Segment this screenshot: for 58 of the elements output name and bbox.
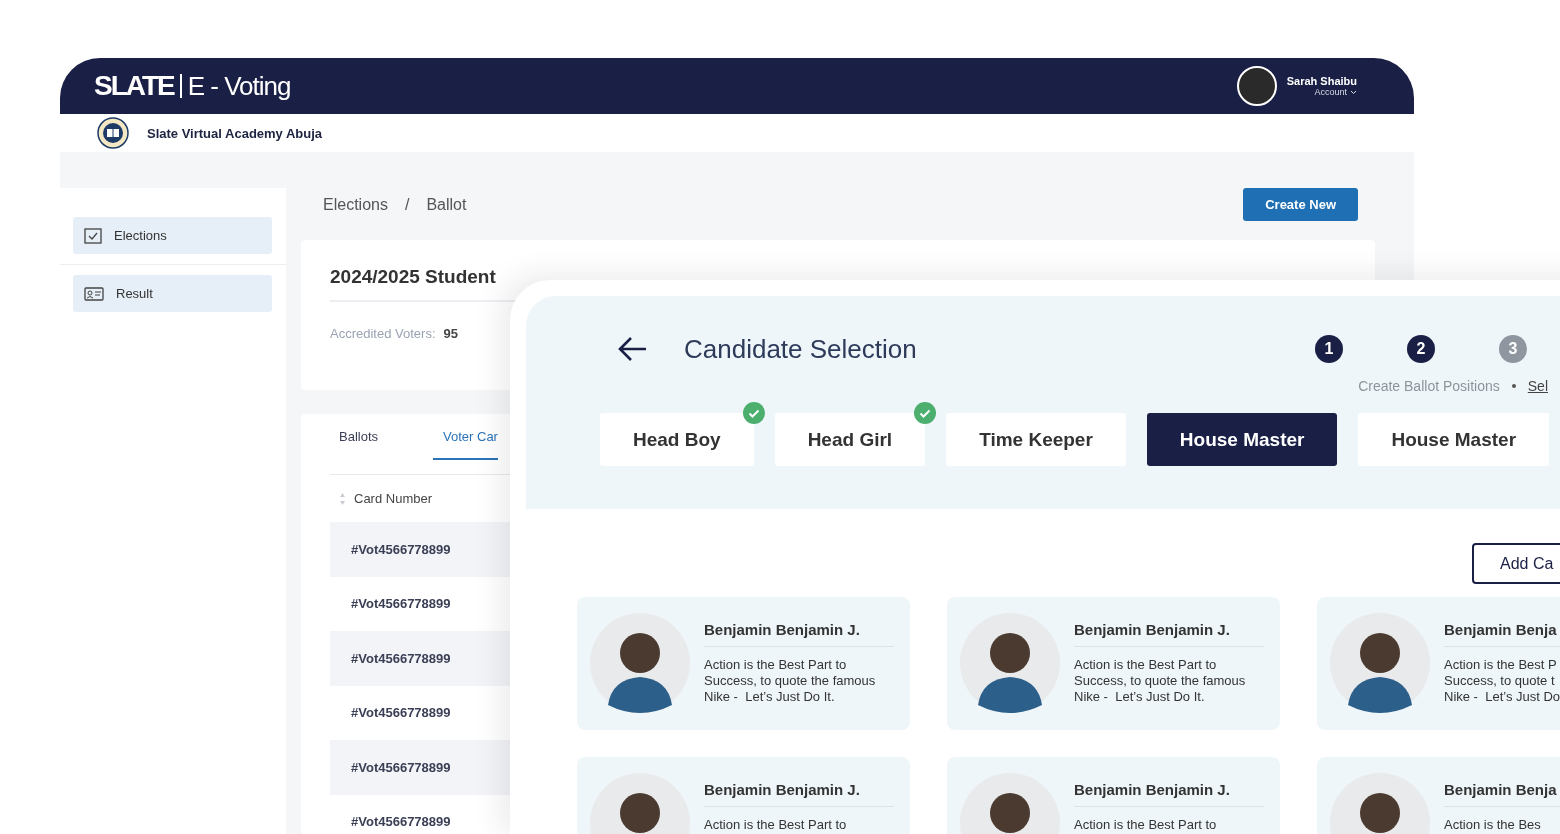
candidate-card[interactable]: Benjamin Benja Action is the Best P Success, to quote t Nike - Let’s Just Do (1317, 597, 1560, 730)
breadcrumb-link[interactable]: Ballot (426, 195, 467, 214)
candidate-motto: Action is the Best Part to (704, 817, 848, 833)
table-cell: #Vot4566778899 (351, 759, 451, 775)
candidate-name: Benjamin Benjamin J. (704, 621, 861, 638)
tab[interactable]: Voter Car (433, 414, 498, 460)
checklist-icon (84, 227, 102, 244)
candidate-motto: Action is the Best Part to (1074, 817, 1218, 833)
stat-label: Accredited Voters: (330, 326, 436, 341)
candidate-card[interactable]: Benjamin Benjamin J. Action is the Best Part to Success, to quote the famous Nike - Let’s Just Do It. (947, 597, 1280, 730)
chevron-down-icon (1350, 89, 1357, 95)
candidate-card[interactable]: Benjamin Benjamin J. Action is the Best Part to Success, to quote the famous Nike - Let’s Just Do It. (577, 597, 910, 730)
candidate-name: Benjamin Benjamin J. (704, 781, 861, 798)
position-tab[interactable]: Head Boy (600, 413, 754, 466)
id-card-icon (84, 286, 104, 301)
sidebar-item[interactable]: Result (73, 275, 272, 312)
candidate-name: Benjamin Benja (1444, 781, 1558, 798)
step-indicator: 1 (1315, 335, 1343, 363)
step-indicator: 3 (1499, 335, 1527, 363)
create-new-button[interactable]: Create New (1243, 188, 1358, 221)
candidate-motto: Action is the Best P Success, to quote t Nike - Let’s Just Do (1444, 657, 1560, 705)
position-tab[interactable]: Head Girl (774, 413, 926, 466)
election-title: 2024/2025 Student (330, 265, 497, 289)
logo: SLATE (94, 70, 174, 102)
panel-title: Candidate Selection (684, 333, 917, 365)
stat-value: 95 (443, 326, 458, 341)
position-tab[interactable]: Time Keeper (946, 413, 1126, 466)
table-cell: #Vot4566778899 (351, 705, 451, 721)
sidebar-item[interactable]: Elections (73, 217, 272, 254)
add-candidate-button[interactable]: Add Ca (1472, 543, 1560, 584)
candidate-card[interactable]: Benjamin Benjamin J. Action is the Best Part to (577, 757, 910, 834)
candidate-motto: Action is the Bes (1444, 817, 1542, 833)
candidate-name: Benjamin Benjamin J. (1074, 621, 1231, 638)
step-indicator: 2 (1407, 335, 1435, 363)
app-name: E - Voting (179, 74, 291, 98)
candidate-card[interactable]: Benjamin Benjamin J. Action is the Best Part to (947, 757, 1280, 834)
position-tab[interactable]: House Master (1146, 413, 1338, 466)
school-crest-icon (97, 117, 129, 149)
candidate-name: Benjamin Benjamin J. (1074, 781, 1231, 798)
user-name: Sarah Shaibu (1286, 75, 1357, 87)
breadcrumb-separator: / (404, 195, 410, 214)
table-cell: #Vot4566778899 (351, 541, 451, 557)
breadcrumb-link[interactable]: Elections (323, 195, 388, 214)
back-arrow-icon[interactable] (618, 336, 648, 362)
tab[interactable]: Ballots (339, 414, 379, 460)
position-tab[interactable]: House Master (1358, 413, 1550, 466)
candidate-card[interactable]: Benjamin Benja Action is the Bes (1317, 757, 1560, 834)
user-avatar[interactable] (1236, 66, 1277, 106)
table-cell: #Vot4566778899 (351, 650, 451, 666)
column-header[interactable]: Card Number (354, 491, 433, 506)
table-cell: #Vot4566778899 (351, 814, 451, 830)
candidate-motto: Action is the Best Part to Success, to quote the famous Nike - Let’s Just Do It. (704, 657, 877, 705)
school-name: Slate Virtual Academy Abuja (147, 125, 323, 141)
table-cell: #Vot4566778899 (351, 596, 451, 612)
account-menu[interactable]: Account (1314, 87, 1357, 97)
step-label[interactable]: Sel (1527, 378, 1548, 394)
candidate-motto: Action is the Best Part to Success, to quote the famous Nike - Let’s Just Do It. (1074, 657, 1247, 705)
candidate-name: Benjamin Benja (1444, 621, 1558, 638)
